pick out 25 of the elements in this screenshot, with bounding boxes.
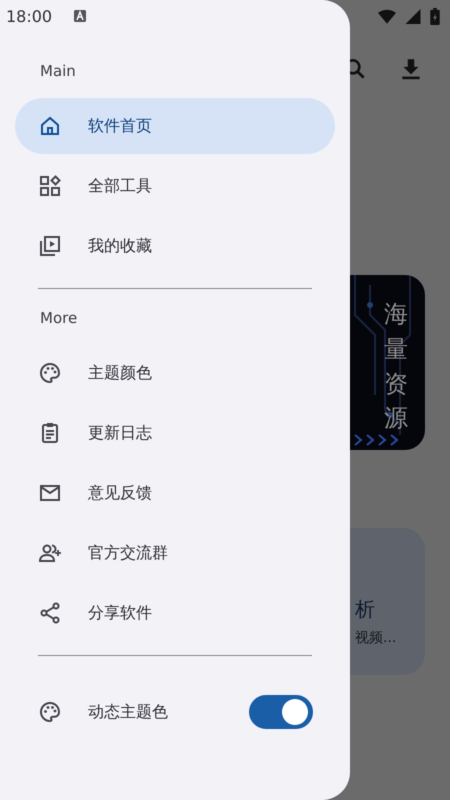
drawer-item[interactable]: 官方交流群 (15, 525, 335, 581)
setting-label: 动态主题色 (88, 702, 168, 722)
home-icon (38, 114, 62, 138)
drawer-item[interactable]: 软件首页 (15, 98, 335, 154)
card-title: 析 (355, 596, 376, 623)
drawer-item[interactable]: 主题颜色 (15, 345, 335, 401)
status-time: 18:00 (6, 6, 52, 26)
section-title: More (40, 308, 78, 329)
wifi-icon (378, 8, 396, 24)
grid-icon (38, 174, 62, 198)
drawer-item[interactable]: 我的收藏 (15, 218, 335, 274)
toggle-switch[interactable] (249, 695, 313, 729)
section-title: Main (40, 61, 77, 82)
palette-icon (38, 700, 62, 724)
notification-icon (74, 10, 86, 22)
drawer-item[interactable]: 分享软件 (15, 585, 335, 641)
signal-icon (404, 8, 422, 24)
share-icon (38, 601, 62, 625)
drawer-item[interactable]: 全部工具 (15, 158, 335, 214)
drawer-item[interactable]: 意见反馈 (15, 465, 335, 521)
banner-text: 海量资源 (384, 299, 408, 434)
drawer-item[interactable]: 更新日志 (15, 405, 335, 461)
palette-icon (38, 361, 62, 385)
video-library-icon (38, 234, 62, 258)
card-subtitle: 视频... (355, 629, 398, 647)
